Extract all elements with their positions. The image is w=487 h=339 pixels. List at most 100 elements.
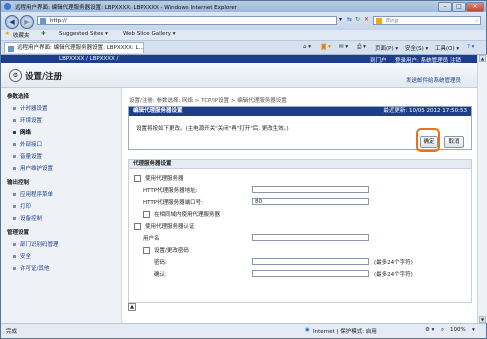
tools-menu[interactable]: 工具(O) ▾: [435, 44, 459, 52]
sidebar-section-output: 输出控制: [7, 180, 30, 186]
help-icon[interactable]: ? ▾: [467, 44, 474, 50]
sidebar-item-volume[interactable]: 音量设置: [13, 152, 42, 160]
sidebar-item-label: 音量设置: [20, 154, 43, 160]
sidebar-item-security[interactable]: 安全: [13, 252, 31, 260]
compat-icon[interactable]: ⇆: [347, 16, 352, 23]
sidebar-item-device-control[interactable]: 设备控制: [13, 214, 42, 222]
zoom-icon[interactable]: ⌕: [441, 327, 444, 334]
password-hint: (最多24个字符): [374, 260, 413, 266]
bullet-icon: [13, 243, 16, 246]
scroll-up-icon[interactable]: ▲: [479, 55, 486, 62]
tab-current[interactable]: 远程用户界面: 编辑代理服务器设置: LBPXXXX: L...: [4, 42, 144, 53]
sidebar-item-department-id[interactable]: 部门识别码管理: [13, 240, 59, 248]
settings-icon: ⚙: [9, 69, 22, 82]
set-password-label: 设置/更改密码: [154, 248, 189, 254]
back-button[interactable]: ◀: [5, 15, 19, 29]
password-field[interactable]: [252, 258, 369, 265]
sidebar-item-print[interactable]: 打印: [13, 202, 31, 210]
feeds-icon[interactable]: ◙ ▾: [321, 44, 331, 50]
window-title: 远程用户界面: 编辑代理服务器设置: LBPXXXX: LBPXXXX - Wi…: [15, 5, 238, 11]
proxy-settings-section: 代理服务器设置 使用代理服务器 HTTP代理服务器地址: HTTP代理服务器端口…: [128, 159, 472, 303]
use-auth-checkbox[interactable]: [134, 223, 141, 230]
back-to-top-icon[interactable]: ▲: [128, 303, 136, 311]
sidebar-item-external-interface[interactable]: 外部接口: [13, 140, 42, 148]
bullet-icon: [13, 267, 16, 270]
favorites-bar: ★ 收藏夹 ✚ Suggested Sites ▾ Web Slice Gall…: [1, 30, 486, 41]
dropdown-icon[interactable]: ▾: [339, 16, 342, 23]
page-icon: [40, 18, 46, 24]
cancel-button[interactable]: 取消: [444, 136, 464, 148]
search-placeholder: Bing: [386, 18, 399, 24]
tab-bar: 远程用户界面: 编辑代理服务器设置: LBPXXXX: L... ⌂ ▾ ◙ ▾…: [1, 41, 486, 55]
sidebar-item-user-maintenance[interactable]: 用户维护设置: [13, 164, 53, 172]
title-bar: 远程用户界面: 编辑代理服务器设置: LBPXXXX: LBPXXXX - Wi…: [1, 1, 486, 12]
http-address-field[interactable]: [252, 186, 369, 193]
use-auth-label: 使用代理服务器认证: [145, 224, 195, 230]
confirm-field[interactable]: [252, 270, 369, 277]
add-favorite-icon[interactable]: ✚: [41, 31, 46, 37]
stop-icon[interactable]: ✕: [364, 16, 369, 23]
search-input[interactable]: Bing ⌕: [373, 16, 481, 25]
page-menu[interactable]: 页面(P) ▾: [375, 44, 398, 52]
sidebar-item-label: 应用程序菜单: [20, 192, 54, 198]
vertical-scrollbar[interactable]: ▲ ▼: [477, 55, 487, 323]
sidebar-item-timer[interactable]: 计时器设置: [13, 104, 48, 112]
web-slice-gallery-link[interactable]: Web Slice Gallery ▾: [123, 31, 176, 37]
home-icon[interactable]: ⌂ ▾: [303, 44, 311, 50]
zoom-level[interactable]: 100%: [450, 327, 466, 333]
print-icon[interactable]: ⎙ ▾: [357, 44, 366, 51]
sidebar-item-label: 用户维护设置: [20, 166, 54, 172]
username-field[interactable]: [252, 234, 369, 241]
sidebar-item-label: 环境设置: [20, 118, 43, 124]
zoom-dropdown-icon[interactable]: ▾: [472, 327, 475, 333]
minimize-button[interactable]: –: [438, 2, 452, 12]
favorites-button[interactable]: 收藏夹: [13, 31, 30, 39]
url-text: http://: [50, 18, 67, 24]
confirm-hint: (最多24个字符): [374, 272, 413, 278]
set-password-checkbox[interactable]: [143, 247, 150, 254]
status-text: 完成: [6, 329, 18, 335]
breadcrumb: 设置/注册: 参数选择: 网络 > TCP/IP设置 > 编辑代理服务器设置: [129, 98, 287, 104]
bullet-icon: [13, 107, 16, 110]
password-label: 密码:: [154, 260, 167, 266]
username-label: 用户名: [143, 236, 160, 242]
sidebar-section-management: 管理设置: [7, 230, 30, 236]
same-domain-label: 在相同域内使用代理服务器: [154, 212, 221, 218]
forward-button[interactable]: ▶: [20, 15, 34, 29]
bullet-icon: [13, 205, 16, 208]
sidebar-item-environment[interactable]: 环境设置: [13, 116, 42, 124]
sidebar-item-license[interactable]: 许可证/其他: [13, 264, 49, 272]
mail-icon[interactable]: ✉ ▾: [339, 44, 348, 50]
suggested-sites-link[interactable]: Suggested Sites ▾: [59, 31, 108, 37]
scroll-down-icon[interactable]: ▼: [479, 316, 486, 323]
sidebar-item-label: 安全: [20, 254, 32, 260]
maximize-button[interactable]: □: [452, 2, 466, 12]
apply-note: 设置将按如下更改。(主电源开关"关闭"再"打开"后, 更改生效。): [136, 126, 289, 132]
mail-admin-link[interactable]: 发送邮件给系统管理员: [406, 76, 461, 84]
bullet-icon: [13, 155, 16, 158]
section-title: 代理服务器设置: [129, 160, 471, 169]
status-bar: 完成 ◉ Internet | 保护模式: 启用 ⚙ ▾ ⌕ 100% ▾: [1, 323, 486, 337]
sidebar: 参数选择 计时器设置 环境设置 网络 外部接口 音量设置 用户维护设置 输出控制…: [1, 88, 122, 323]
sidebar-item-label: 计时器设置: [20, 106, 48, 112]
bing-icon: [376, 18, 382, 24]
sidebar-item-label: 网络: [20, 130, 32, 136]
same-domain-checkbox[interactable]: [143, 211, 150, 218]
http-port-label: HTTP代理服务器端口号:: [143, 200, 203, 206]
refresh-icon[interactable]: ↻: [355, 16, 360, 23]
bullet-icon: [13, 119, 16, 122]
search-icon[interactable]: ⌕: [475, 17, 478, 26]
sidebar-item-network[interactable]: 网络: [13, 128, 31, 136]
last-updated: 最近更新: 10/05 2012 17:50:53: [383, 108, 467, 114]
protected-icon[interactable]: ⚙ ▾: [425, 327, 434, 333]
bullet-icon: [13, 193, 16, 196]
use-proxy-checkbox[interactable]: [134, 175, 141, 182]
safety-menu[interactable]: 安全(S) ▾: [405, 44, 428, 52]
device-name: LBPXXXX / LBPXXXX /: [59, 56, 119, 62]
sidebar-item-app-menu[interactable]: 应用程序菜单: [13, 190, 53, 198]
address-input[interactable]: http://: [37, 16, 337, 25]
panel-header: 编辑代理服务器设置 最近更新: 10/05 2012 17:50:53: [129, 107, 471, 116]
http-port-field[interactable]: 80: [252, 198, 369, 205]
tab-label: 远程用户界面: 编辑代理服务器设置: LBPXXXX: L...: [17, 45, 144, 51]
close-button[interactable]: ✕: [466, 2, 484, 12]
